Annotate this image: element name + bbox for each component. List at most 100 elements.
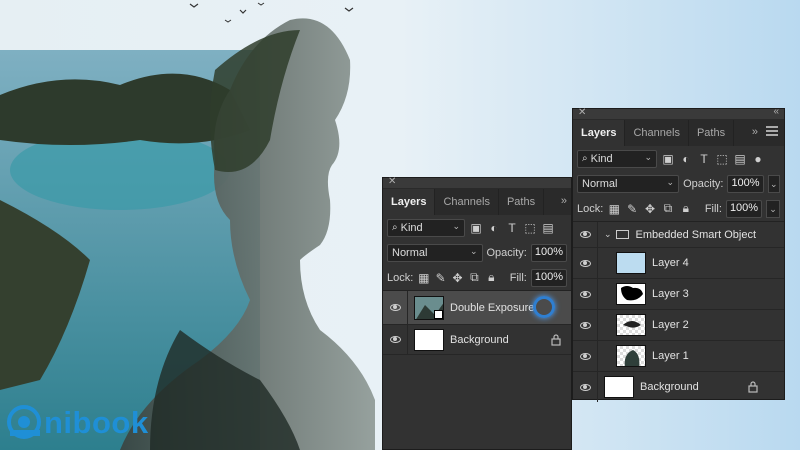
layers-panel-front[interactable]: ✕ Layers Channels Paths » ⌕ Kind ⌄ ▣ ◐ T… [382, 176, 572, 450]
fill-stepper[interactable]: ⌄ [766, 199, 780, 218]
layer-row-layer-4[interactable]: Layer 4 [573, 248, 784, 279]
tab-channels[interactable]: Channels [435, 189, 499, 215]
panel-menu-icon[interactable] [766, 126, 778, 138]
search-icon: ⌕ [582, 153, 588, 164]
lock-transparent-icon[interactable]: ▦ [417, 271, 430, 285]
fill-input[interactable]: 100% [725, 199, 763, 218]
layer-thumbnail [414, 328, 444, 351]
layer-name[interactable]: Background [450, 334, 509, 346]
type-filter-icon[interactable]: T [505, 221, 519, 235]
layer-name[interactable]: Layer 3 [652, 288, 689, 300]
fill-input[interactable]: 100% [530, 268, 567, 287]
layer-row-layer-1[interactable]: Layer 1 [573, 341, 784, 372]
smart-object-badge-icon [434, 309, 443, 319]
pixel-filter-icon[interactable]: ▣ [661, 152, 675, 166]
shape-filter-icon[interactable]: ⬚ [523, 221, 537, 235]
layer-row-double-exposure[interactable]: Double Exposure [383, 291, 571, 325]
eye-icon [579, 259, 591, 267]
layer-name[interactable]: Double Exposure [450, 302, 534, 314]
filter-row: ⌕ Kind ⌄ ▣ ◐ T ⬚ ▤ ● [573, 146, 784, 171]
layer-row-background[interactable]: Background [383, 325, 571, 355]
visibility-toggle[interactable] [383, 304, 407, 311]
eye-icon [579, 321, 591, 329]
lock-position-move-icon[interactable]: ✥ [643, 202, 657, 216]
lock-artboard-icon[interactable]: ⧉ [661, 201, 675, 216]
chevron-down-icon[interactable]: ⌄ [604, 229, 612, 240]
adjustment-filter-icon[interactable]: ◐ [679, 152, 693, 166]
tab-paths[interactable]: Paths [689, 120, 735, 146]
layer-thumbnail [604, 376, 634, 398]
lock-artboard-icon[interactable]: ⧉ [468, 270, 481, 285]
eye-icon [579, 231, 591, 238]
lock-icon [551, 333, 561, 346]
eye-icon [389, 304, 401, 311]
collapse-icon[interactable]: » [752, 126, 758, 138]
lock-image-brush-icon[interactable]: ✎ [434, 271, 447, 285]
type-filter-icon[interactable]: T [697, 152, 711, 166]
layer-thumbnail [616, 252, 646, 274]
tab-layers[interactable]: Layers [383, 189, 436, 215]
layers-panel-back[interactable]: ✕ « Layers Channels Paths » ⌕ Kind ⌄ ▣ ◐… [572, 106, 785, 402]
layer-thumbnail [414, 295, 444, 320]
collapse-panel-icon[interactable]: « [773, 106, 779, 117]
adjustment-filter-icon[interactable]: ◐ [487, 221, 501, 235]
visibility-toggle[interactable] [573, 321, 597, 329]
tab-layers[interactable]: Layers [573, 120, 626, 146]
eye-icon [579, 383, 591, 391]
blend-mode-dropdown[interactable]: Normal ⌄ [387, 243, 483, 262]
visibility-toggle[interactable] [573, 352, 597, 360]
panel-titlebar[interactable]: ✕ [383, 176, 571, 189]
close-icon[interactable]: ✕ [578, 107, 586, 118]
filter-kind-label: Kind [590, 152, 613, 165]
layer-row-layer-2[interactable]: Layer 2 [573, 310, 784, 341]
blend-row: Normal ⌄ Opacity: 100% ⌄ [573, 171, 784, 196]
opacity-label: Opacity: [683, 177, 724, 190]
chevron-down-icon: ⌄ [644, 151, 652, 162]
close-icon[interactable]: ✕ [388, 176, 396, 187]
tab-paths[interactable]: Paths [499, 189, 545, 215]
visibility-toggle[interactable] [573, 383, 597, 391]
layer-row-layer-3[interactable]: Layer 3 [573, 279, 784, 310]
layer-row-background[interactable]: Background [573, 372, 784, 402]
visibility-toggle[interactable] [573, 231, 597, 238]
layer-name[interactable]: Layer 1 [652, 350, 689, 362]
lock-image-brush-icon[interactable]: ✎ [625, 202, 639, 216]
visibility-toggle[interactable] [573, 290, 597, 298]
collapse-icon[interactable]: » [561, 195, 567, 207]
chevron-down-icon: ⌄ [452, 220, 460, 231]
brand-logo: nibook [4, 400, 154, 446]
panel-titlebar[interactable]: ✕ « [573, 106, 784, 120]
pixel-filter-icon[interactable]: ▣ [469, 221, 483, 235]
lock-transparent-icon[interactable]: ▦ [607, 202, 621, 216]
blend-mode-value: Normal [582, 177, 618, 190]
layer-name[interactable]: Layer 4 [652, 257, 689, 269]
lock-all-icon[interactable]: 🔒︎ [485, 270, 498, 285]
lock-row: Lock: ▦ ✎ ✥ ⧉ 🔒︎ Fill: 100% ⌄ [573, 196, 784, 221]
eye-icon [389, 336, 401, 343]
lock-all-icon[interactable]: 🔒︎ [679, 201, 693, 216]
fill-label: Fill: [704, 202, 722, 215]
filter-kind-dropdown[interactable]: ⌕ Kind ⌄ [387, 218, 465, 237]
opacity-input[interactable]: 100% [727, 174, 764, 193]
layer-name[interactable]: Background [640, 381, 699, 393]
smart-object-filter-icon[interactable]: ▤ [733, 152, 747, 166]
layer-group-embedded-smart-object[interactable]: ⌄ Embedded Smart Object [573, 222, 784, 248]
chevron-down-icon: ⌄ [666, 176, 675, 187]
visibility-toggle[interactable] [383, 336, 407, 343]
lock-position-move-icon[interactable]: ✥ [451, 271, 464, 285]
shape-filter-icon[interactable]: ⬚ [715, 152, 729, 166]
opacity-input[interactable]: 100% [530, 243, 567, 262]
blend-row: Normal ⌄ Opacity: 100% [383, 240, 571, 265]
filter-toggle-icon[interactable]: ● [751, 152, 765, 166]
smart-object-filter-icon[interactable]: ▤ [541, 221, 555, 235]
layer-thumbnail [616, 345, 646, 367]
group-name[interactable]: Embedded Smart Object [636, 229, 756, 241]
tab-channels[interactable]: Channels [625, 120, 689, 146]
blend-mode-dropdown[interactable]: Normal ⌄ [577, 174, 680, 193]
opacity-stepper[interactable]: ⌄ [767, 174, 780, 193]
chevron-down-icon: ⌄ [469, 245, 478, 256]
logo-cloud-icon [7, 405, 41, 439]
visibility-toggle[interactable] [573, 259, 597, 267]
filter-kind-dropdown[interactable]: ⌕ Kind ⌄ [577, 149, 657, 168]
layer-name[interactable]: Layer 2 [652, 319, 689, 331]
